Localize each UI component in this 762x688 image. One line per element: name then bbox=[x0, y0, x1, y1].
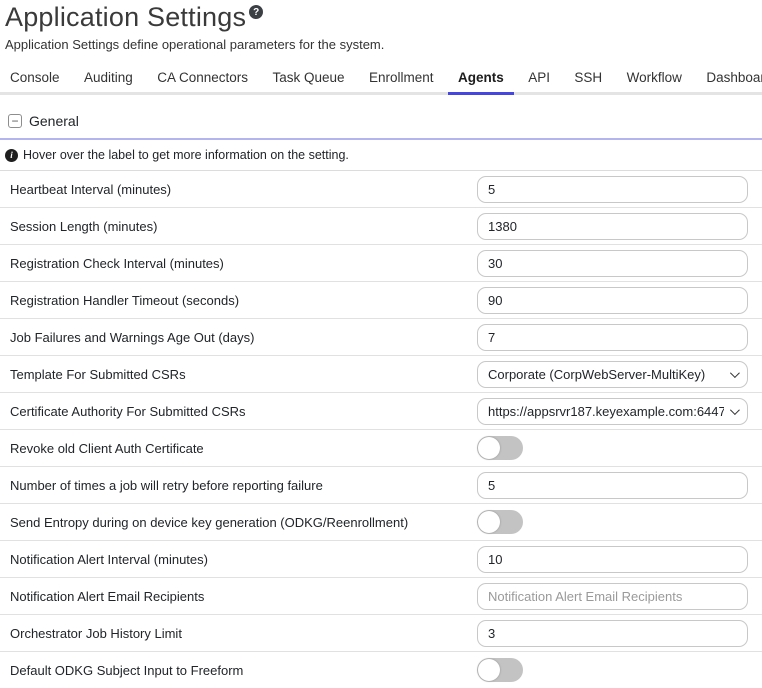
info-text: Hover over the label to get more informa… bbox=[23, 148, 349, 162]
tab-task-queue[interactable]: Task Queue bbox=[262, 63, 354, 95]
select-value: https://appsrvr187.keyexample.com:6447\C… bbox=[488, 404, 724, 419]
notification-alert-interval-input[interactable] bbox=[477, 546, 748, 573]
page-header: Application Settings ? Application Setti… bbox=[0, 0, 762, 52]
setting-label: Registration Check Interval (minutes) bbox=[10, 256, 477, 271]
settings-row-default-odkg-freeform: Default ODKG Subject Input to Freeform bbox=[0, 652, 762, 688]
job-retry-count-input[interactable] bbox=[477, 472, 748, 499]
section-title: General bbox=[29, 113, 79, 129]
setting-label: Heartbeat Interval (minutes) bbox=[10, 182, 477, 197]
settings-row-revoke-old-client-auth: Revoke old Client Auth Certificate bbox=[0, 430, 762, 467]
page-subtitle: Application Settings define operational … bbox=[5, 37, 762, 52]
chevron-down-icon bbox=[730, 368, 740, 378]
page-title: Application Settings bbox=[5, 2, 246, 33]
info-banner: i Hover over the label to get more infor… bbox=[0, 140, 762, 171]
info-icon: i bbox=[5, 149, 18, 162]
orchestrator-job-history-limit-input[interactable] bbox=[477, 620, 748, 647]
settings-row-job-failures-age-out: Job Failures and Warnings Age Out (days) bbox=[0, 319, 762, 356]
setting-label: Job Failures and Warnings Age Out (days) bbox=[10, 330, 477, 345]
setting-label: Notification Alert Interval (minutes) bbox=[10, 552, 477, 567]
setting-label: Session Length (minutes) bbox=[10, 219, 477, 234]
registration-check-interval-input[interactable] bbox=[477, 250, 748, 277]
settings-row-notification-alert-interval: Notification Alert Interval (minutes) bbox=[0, 541, 762, 578]
toggle-knob bbox=[478, 437, 500, 459]
notification-alert-recipients-input[interactable] bbox=[477, 583, 748, 610]
section-header-general[interactable]: − General bbox=[0, 106, 762, 140]
registration-handler-timeout-input[interactable] bbox=[477, 287, 748, 314]
toggle-knob bbox=[478, 659, 500, 681]
settings-row-notification-alert-recipients: Notification Alert Email Recipients bbox=[0, 578, 762, 615]
settings-row-send-entropy-odkg: Send Entropy during on device key genera… bbox=[0, 504, 762, 541]
certificate-authority-select[interactable]: https://appsrvr187.keyexample.com:6447\C… bbox=[477, 398, 748, 425]
settings-list: Heartbeat Interval (minutes) Session Len… bbox=[0, 171, 762, 688]
collapse-minus-icon[interactable]: − bbox=[8, 114, 22, 128]
setting-label: Registration Handler Timeout (seconds) bbox=[10, 293, 477, 308]
template-for-submitted-csrs-select[interactable]: Corporate (CorpWebServer-MultiKey) bbox=[477, 361, 748, 388]
settings-row-job-retry-count: Number of times a job will retry before … bbox=[0, 467, 762, 504]
tab-auditing[interactable]: Auditing bbox=[74, 63, 143, 95]
help-icon[interactable]: ? bbox=[249, 5, 263, 19]
setting-label: Notification Alert Email Recipients bbox=[10, 589, 477, 604]
tab-enrollment[interactable]: Enrollment bbox=[359, 63, 444, 95]
setting-label: Template For Submitted CSRs bbox=[10, 367, 477, 382]
tab-workflow[interactable]: Workflow bbox=[617, 63, 692, 95]
tab-ca-connectors[interactable]: CA Connectors bbox=[147, 63, 258, 95]
toggle-knob bbox=[478, 511, 500, 533]
send-entropy-odkg-toggle[interactable] bbox=[477, 510, 523, 534]
tab-bar: Console Auditing CA Connectors Task Queu… bbox=[0, 63, 762, 95]
setting-label: Revoke old Client Auth Certificate bbox=[10, 441, 477, 456]
select-value: Corporate (CorpWebServer-MultiKey) bbox=[488, 367, 724, 382]
settings-row-session-length: Session Length (minutes) bbox=[0, 208, 762, 245]
settings-row-template-for-submitted-csrs: Template For Submitted CSRs Corporate (C… bbox=[0, 356, 762, 393]
setting-label: Certificate Authority For Submitted CSRs bbox=[10, 404, 477, 419]
settings-row-heartbeat-interval: Heartbeat Interval (minutes) bbox=[0, 171, 762, 208]
tab-dashboard-and-reports[interactable]: Dashboard and Reports bbox=[696, 63, 762, 95]
settings-row-registration-handler-timeout: Registration Handler Timeout (seconds) bbox=[0, 282, 762, 319]
tab-agents[interactable]: Agents bbox=[448, 63, 514, 95]
setting-label: Orchestrator Job History Limit bbox=[10, 626, 477, 641]
job-failures-age-out-input[interactable] bbox=[477, 324, 748, 351]
revoke-old-client-auth-toggle[interactable] bbox=[477, 436, 523, 460]
default-odkg-freeform-toggle[interactable] bbox=[477, 658, 523, 682]
tab-ssh[interactable]: SSH bbox=[564, 63, 612, 95]
heartbeat-interval-input[interactable] bbox=[477, 176, 748, 203]
session-length-input[interactable] bbox=[477, 213, 748, 240]
setting-label: Send Entropy during on device key genera… bbox=[10, 515, 477, 530]
tab-console[interactable]: Console bbox=[0, 63, 70, 95]
settings-row-certificate-authority: Certificate Authority For Submitted CSRs… bbox=[0, 393, 762, 430]
setting-label: Number of times a job will retry before … bbox=[10, 478, 477, 493]
chevron-down-icon bbox=[730, 405, 740, 415]
setting-label: Default ODKG Subject Input to Freeform bbox=[10, 663, 477, 678]
settings-row-registration-check-interval: Registration Check Interval (minutes) bbox=[0, 245, 762, 282]
tab-api[interactable]: API bbox=[518, 63, 560, 95]
settings-row-orchestrator-job-history-limit: Orchestrator Job History Limit bbox=[0, 615, 762, 652]
